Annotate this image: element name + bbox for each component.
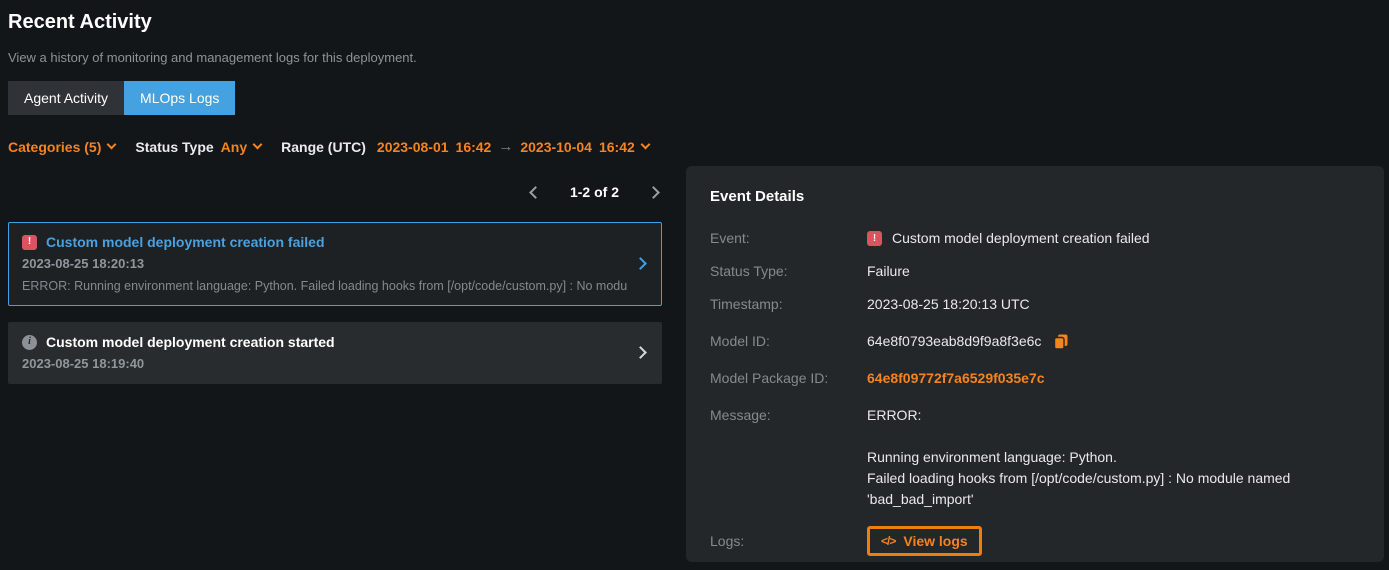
model-package-id-link[interactable]: 64e8f09772f7a6529f035e7c [867, 369, 1045, 388]
model-id-value: 64e8f0793eab8d9f9a8f3e6c [867, 332, 1041, 351]
copy-icon[interactable] [1053, 333, 1069, 350]
logs-label: Logs: [710, 532, 867, 551]
model-id-label: Model ID: [710, 332, 867, 351]
detail-row-logs: Logs: </> View logs [710, 526, 1360, 556]
detail-row-timestamp: Timestamp: 2023-08-25 18:20:13 UTC [710, 295, 1360, 314]
view-logs-button-label: View logs [903, 533, 967, 549]
detail-row-status-type: Status Type: Failure [710, 262, 1360, 281]
arrow-right-icon: → [498, 138, 513, 155]
error-icon: ! [22, 235, 37, 250]
page-title: Recent Activity [8, 11, 152, 34]
event-timestamp: 2023-08-25 18:19:40 [22, 356, 627, 371]
next-page-button[interactable] [645, 184, 662, 201]
filter-bar: Categories (5) Status Type Any Range (UT… [8, 138, 649, 155]
pagination-label: 1-2 of 2 [570, 184, 619, 200]
detail-row-model-package-id: Model Package ID: 64e8f09772f7a6529f035e… [710, 369, 1360, 388]
event-label: Event: [710, 229, 867, 248]
model-package-id-label: Model Package ID: [710, 369, 867, 388]
status-type-value: Any [221, 139, 247, 155]
categories-filter[interactable]: Categories (5) [8, 139, 115, 155]
detail-row-model-id: Model ID: 64e8f0793eab8d9f9a8f3e6c [710, 332, 1360, 351]
message-label: Message: [710, 406, 867, 510]
timestamp-label: Timestamp: [710, 295, 867, 314]
error-icon: ! [867, 231, 882, 246]
chevron-down-icon [253, 140, 263, 150]
message-line: Failed loading hooks from [/opt/code/cus… [867, 468, 1317, 510]
detail-row-event: Event: ! Custom model deployment creatio… [710, 229, 1360, 248]
event-value: Custom model deployment creation failed [892, 229, 1150, 248]
details-heading: Event Details [710, 188, 1360, 205]
range-start-date[interactable]: 2023-08-01 [377, 139, 449, 155]
event-list-item-started[interactable]: i Custom model deployment creation start… [8, 322, 662, 384]
event-message-preview: ERROR: Running environment language: Pyt… [22, 279, 627, 293]
status-type-value: Failure [867, 262, 1360, 281]
tab-agent-activity[interactable]: Agent Activity [8, 81, 124, 115]
detail-row-message: Message: ERROR: Running environment lang… [710, 406, 1360, 510]
previous-page-button[interactable] [527, 184, 544, 201]
chevron-right-icon[interactable] [634, 346, 647, 359]
message-error-line: ERROR: [867, 406, 1360, 425]
range-start-time[interactable]: 16:42 [456, 139, 492, 155]
page-subtitle: View a history of monitoring and managem… [8, 50, 417, 65]
status-type-filter[interactable]: Status Type Any [135, 139, 261, 155]
event-timestamp: 2023-08-25 18:20:13 [22, 256, 627, 271]
range-end-date[interactable]: 2023-10-04 [520, 139, 592, 155]
code-icon: </> [881, 534, 895, 548]
event-details-panel: Event Details Event: ! Custom model depl… [686, 166, 1384, 562]
message-line: Running environment language: Python. [867, 447, 1317, 468]
activity-tabs: Agent Activity MLOps Logs [8, 81, 235, 115]
info-icon: i [22, 335, 37, 350]
chevron-right-icon[interactable] [634, 257, 647, 270]
date-range-filter[interactable]: Range (UTC) 2023-08-01 16:42 → 2023-10-0… [281, 138, 649, 155]
chevron-down-icon [107, 140, 117, 150]
status-type-label: Status Type: [710, 262, 867, 281]
view-logs-button[interactable]: </> View logs [867, 526, 982, 556]
event-title[interactable]: Custom model deployment creation failed [46, 234, 325, 250]
range-end-time[interactable]: 16:42 [599, 139, 635, 155]
chevron-down-icon [640, 140, 650, 150]
tab-mlops-logs[interactable]: MLOps Logs [124, 81, 235, 115]
status-type-label: Status Type [135, 139, 213, 155]
event-list-item-failed[interactable]: ! Custom model deployment creation faile… [8, 222, 662, 306]
categories-filter-label: Categories (5) [8, 139, 101, 155]
event-title[interactable]: Custom model deployment creation started [46, 334, 335, 350]
range-label: Range (UTC) [281, 139, 366, 155]
pagination: 1-2 of 2 [8, 178, 662, 206]
event-list: ! Custom model deployment creation faile… [8, 222, 662, 400]
timestamp-value: 2023-08-25 18:20:13 UTC [867, 295, 1360, 314]
